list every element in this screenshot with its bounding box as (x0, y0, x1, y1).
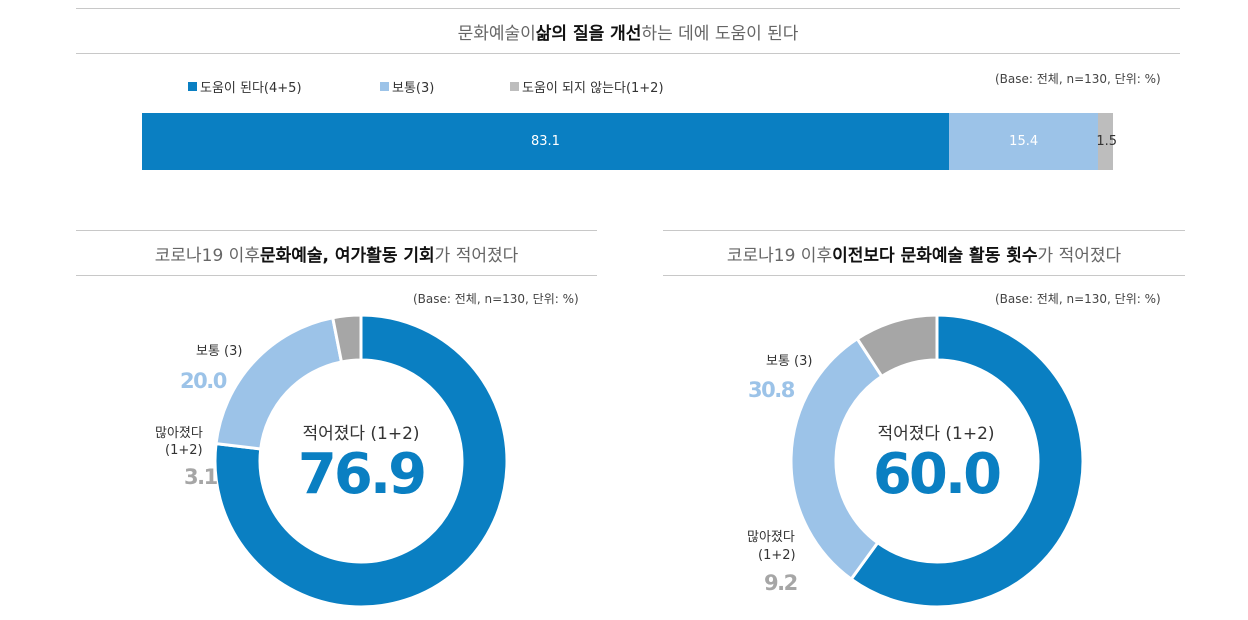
right-donut-slice-1 (791, 336, 884, 582)
right-title-pre: 코로나19 이후 (726, 245, 833, 266)
legend-swatch-gray (510, 82, 519, 91)
right-center-value: 60.0 (872, 442, 1002, 507)
left-title-pre: 코로나19 이후 (154, 245, 260, 266)
bar-value-label-2: 1.5 (1096, 134, 1118, 149)
top-title-pre: 문화예술이 (457, 23, 536, 44)
left-normal-value: 20.0 (180, 369, 227, 393)
legend-swatch-dark (188, 82, 197, 91)
left-title-post: 가 적어졌다 (434, 245, 519, 266)
bar-value-label-1: 15.4 (1009, 134, 1039, 149)
left-center-label: 적어졌다 (1+2) (302, 424, 420, 444)
legend-item-normal: 보통(3) (380, 77, 434, 96)
left-more-label-2: (1+2) (165, 443, 203, 458)
left-base-note: (Base: 전체, n=130, 단위: %) (413, 292, 579, 306)
right-chart-title: 코로나19 이후 이전보다 문화예술 활동 횟수 가 적어졌다 (663, 230, 1185, 276)
top-title-bold: 삶의 질을 개선 (535, 23, 642, 44)
right-title-bold: 이전보다 문화예술 활동 횟수 (832, 245, 1038, 266)
legend-swatch-light (380, 82, 389, 91)
left-chart-title: 코로나19 이후 문화예술, 여가활동 기회 가 적어졌다 (76, 230, 597, 276)
legend-label-helpful: 도움이 된다(4+5) (200, 81, 302, 96)
right-normal-value: 30.8 (748, 378, 795, 402)
right-more-label-1: 많아졌다 (747, 530, 795, 545)
legend-label-not-helpful: 도움이 되지 않는다(1+2) (522, 81, 664, 96)
top-base-note: (Base: 전체, n=130, 단위: %) (995, 72, 1161, 86)
top-title-post: 하는 데에 도움이 된다 (641, 23, 799, 44)
right-more-label-2: (1+2) (758, 548, 796, 563)
right-normal-label: 보통 (3) (766, 354, 813, 369)
left-title-bold: 문화예술, 여가활동 기회 (259, 245, 435, 266)
legend-label-normal: 보통(3) (392, 81, 435, 96)
right-base-note: (Base: 전체, n=130, 단위: %) (995, 292, 1161, 306)
legend-item-helpful: 도움이 된다(4+5) (188, 77, 302, 96)
right-title-post: 가 적어졌다 (1037, 245, 1122, 266)
left-center-value: 76.9 (297, 442, 427, 507)
right-more-value: 9.2 (764, 571, 798, 595)
left-more-value: 3.1 (184, 465, 218, 489)
bar-value-label-0: 83.1 (530, 134, 560, 149)
left-normal-label: 보통 (3) (196, 344, 243, 359)
legend-item-not-helpful: 도움이 되지 않는다(1+2) (510, 77, 664, 96)
left-more-label-1: 많아졌다 (155, 426, 203, 441)
top-chart-title: 문화예술이 삶의 질을 개선 하는 데에 도움이 된다 (76, 8, 1180, 54)
right-center-label: 적어졌다 (1+2) (877, 424, 995, 444)
